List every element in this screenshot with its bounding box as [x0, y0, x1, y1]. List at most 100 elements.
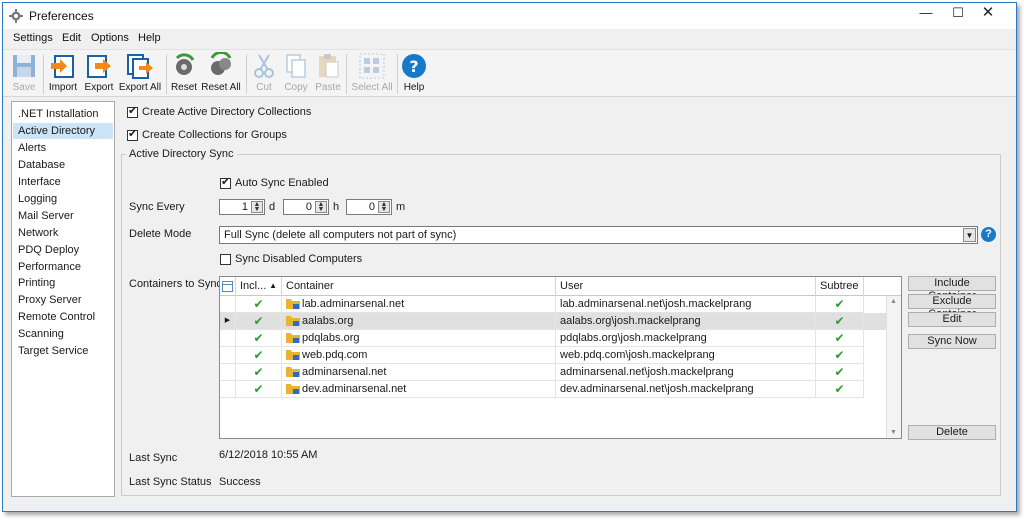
- included-check-icon[interactable]: ✔: [236, 364, 282, 381]
- container-name: dev.adminarsenal.net: [302, 383, 407, 395]
- row-indicator: [220, 296, 236, 313]
- menu-help[interactable]: Help: [138, 32, 161, 44]
- export-all-button[interactable]: Export All: [117, 52, 163, 96]
- spinner-arrows-icon[interactable]: ▲ ▼: [251, 201, 263, 213]
- table-row[interactable]: ✔ adminarsenal.net adminarsenal.net\josh.m…: [220, 364, 886, 381]
- subtree-check-icon[interactable]: ✔: [816, 347, 864, 364]
- nav-item-proxy-server[interactable]: Proxy Server: [13, 292, 113, 308]
- window-title: Preferences: [29, 9, 94, 23]
- menu-bar: Settings Edit Options Help: [3, 30, 1016, 48]
- paste-button[interactable]: Paste: [313, 52, 343, 96]
- nav-item-alerts[interactable]: Alerts: [13, 140, 113, 156]
- container-user: web.pdq.com\josh.mackelprang: [556, 347, 816, 364]
- column-header-user[interactable]: User: [556, 277, 816, 296]
- sync-disabled-checkbox[interactable]: ✔: [220, 254, 231, 265]
- auto-sync-label: Auto Sync Enabled: [235, 177, 329, 189]
- spinner-arrows-icon[interactable]: ▲ ▼: [315, 201, 327, 213]
- row-indicator: [220, 381, 236, 398]
- nav-item-pdq-deploy[interactable]: PDQ Deploy: [13, 242, 113, 258]
- select-all-button[interactable]: Select All: [349, 52, 395, 96]
- nav-item-logging[interactable]: Logging: [13, 191, 113, 207]
- maximize-icon[interactable]: ☐: [943, 3, 973, 25]
- import-button[interactable]: Import: [46, 52, 80, 96]
- reset-button[interactable]: Reset: [169, 52, 199, 96]
- spinner-arrows-icon[interactable]: ▲ ▼: [378, 201, 390, 213]
- included-check-icon[interactable]: ✔: [236, 381, 282, 398]
- table-row[interactable]: ✔ pdqlabs.org pdqlabs.org\josh.mackelprang…: [220, 330, 886, 347]
- grid-scrollbar[interactable]: ▲ ▼: [886, 296, 901, 438]
- nav-item-mail-server[interactable]: Mail Server: [13, 208, 113, 224]
- column-header-subtree[interactable]: Subtree: [816, 277, 864, 296]
- nav-item-database[interactable]: Database: [13, 157, 113, 173]
- nav-item-scanning[interactable]: Scanning: [13, 326, 113, 342]
- table-row[interactable]: ✔ lab.adminarsenal.net lab.adminarsenal.ne…: [220, 296, 886, 313]
- reset-icon: [175, 53, 195, 75]
- help-button[interactable]: ? Help: [400, 52, 428, 96]
- table-row[interactable]: ▶ ✔ aalabs.org aalabs.org\josh.mackelprang ✔: [220, 313, 886, 330]
- subtree-check-icon[interactable]: ✔: [816, 381, 864, 398]
- folder-icon: [286, 316, 300, 326]
- containers-label: Containers to Sync: [129, 278, 222, 290]
- sync-every-label: Sync Every: [129, 201, 185, 213]
- subtree-check-icon[interactable]: ✔: [816, 313, 864, 330]
- column-header-included[interactable]: Incl... ▲: [236, 277, 282, 296]
- copy-icon: [286, 54, 306, 78]
- sync-days-spinner[interactable]: 1 ▲ ▼: [219, 199, 265, 215]
- row-indicator: ▶: [220, 313, 236, 330]
- nav-item-target-service[interactable]: Target Service: [13, 343, 113, 359]
- close-icon[interactable]: ✕: [973, 3, 1003, 25]
- subtree-check-icon[interactable]: ✔: [816, 330, 864, 347]
- scroll-down-icon[interactable]: ▼: [890, 429, 897, 436]
- last-sync-status-label: Last Sync Status: [129, 476, 212, 488]
- sync-hours-spinner[interactable]: 0 ▲ ▼: [283, 199, 329, 215]
- edit-button[interactable]: Edit: [908, 312, 996, 327]
- nav-item-network[interactable]: Network: [13, 225, 113, 241]
- sync-now-button[interactable]: Sync Now: [908, 334, 996, 349]
- auto-sync-checkbox[interactable]: ✔: [220, 176, 231, 189]
- preferences-window: Preferences — ☐ ✕ Settings Edit Options …: [2, 2, 1017, 512]
- include-container-button[interactable]: Include Container: [908, 276, 996, 302]
- nav-item-performance[interactable]: Performance: [13, 259, 113, 275]
- column-chooser-icon[interactable]: [220, 277, 236, 296]
- subtree-check-icon[interactable]: ✔: [816, 296, 864, 313]
- scroll-up-icon[interactable]: ▲: [890, 298, 897, 305]
- nav-item-net-installation[interactable]: .NET Installation: [13, 106, 113, 122]
- delete-mode-help-icon[interactable]: ?: [981, 227, 996, 242]
- nav-item-active-directory[interactable]: Active Directory: [13, 123, 113, 139]
- reset-all-icon: [210, 52, 232, 75]
- create-group-collections-checkbox[interactable]: ✔: [127, 128, 138, 141]
- chevron-down-icon[interactable]: ▼: [963, 228, 976, 242]
- subtree-check-icon[interactable]: ✔: [816, 364, 864, 381]
- nav-item-remote-control[interactable]: Remote Control: [13, 309, 113, 325]
- sync-disabled-label: Sync Disabled Computers: [235, 253, 363, 265]
- included-check-icon[interactable]: ✔: [236, 347, 282, 364]
- nav-item-printing[interactable]: Printing: [13, 275, 113, 291]
- create-ad-collections-checkbox[interactable]: ✔: [127, 105, 138, 118]
- table-row[interactable]: ✔ dev.adminarsenal.net dev.adminarsenal.ne…: [220, 381, 886, 398]
- reset-all-button[interactable]: Reset All: [200, 52, 242, 96]
- menu-settings[interactable]: Settings: [13, 32, 53, 44]
- svg-text:?: ?: [409, 57, 418, 76]
- column-header-container[interactable]: Container: [282, 277, 556, 296]
- export-button[interactable]: Export: [82, 52, 116, 96]
- nav-item-interface[interactable]: Interface: [13, 174, 113, 190]
- included-check-icon[interactable]: ✔: [236, 313, 282, 330]
- days-unit: d: [269, 201, 276, 213]
- container-user: dev.adminarsenal.net\josh.mackelprang: [556, 381, 816, 398]
- included-check-icon[interactable]: ✔: [236, 330, 282, 347]
- cut-button[interactable]: Cut: [251, 52, 277, 96]
- save-button[interactable]: Save: [9, 52, 39, 96]
- delete-mode-select[interactable]: Full Sync (delete all computers not part…: [219, 226, 978, 244]
- sort-ascending-icon: ▲: [269, 281, 277, 290]
- menu-options[interactable]: Options: [91, 32, 129, 44]
- included-check-icon[interactable]: ✔: [236, 296, 282, 313]
- minimize-icon[interactable]: —: [911, 3, 941, 25]
- last-sync-status-value: Success: [219, 476, 261, 488]
- menu-edit[interactable]: Edit: [62, 32, 81, 44]
- delete-button[interactable]: Delete: [908, 425, 996, 440]
- exclude-container-button[interactable]: Exclude Container: [908, 294, 996, 320]
- copy-button[interactable]: Copy: [281, 52, 311, 96]
- toolbar-separator: [246, 54, 247, 94]
- sync-minutes-spinner[interactable]: 0 ▲ ▼: [346, 199, 392, 215]
- table-row[interactable]: ✔ web.pdq.com web.pdq.com\josh.mackelprang…: [220, 347, 886, 364]
